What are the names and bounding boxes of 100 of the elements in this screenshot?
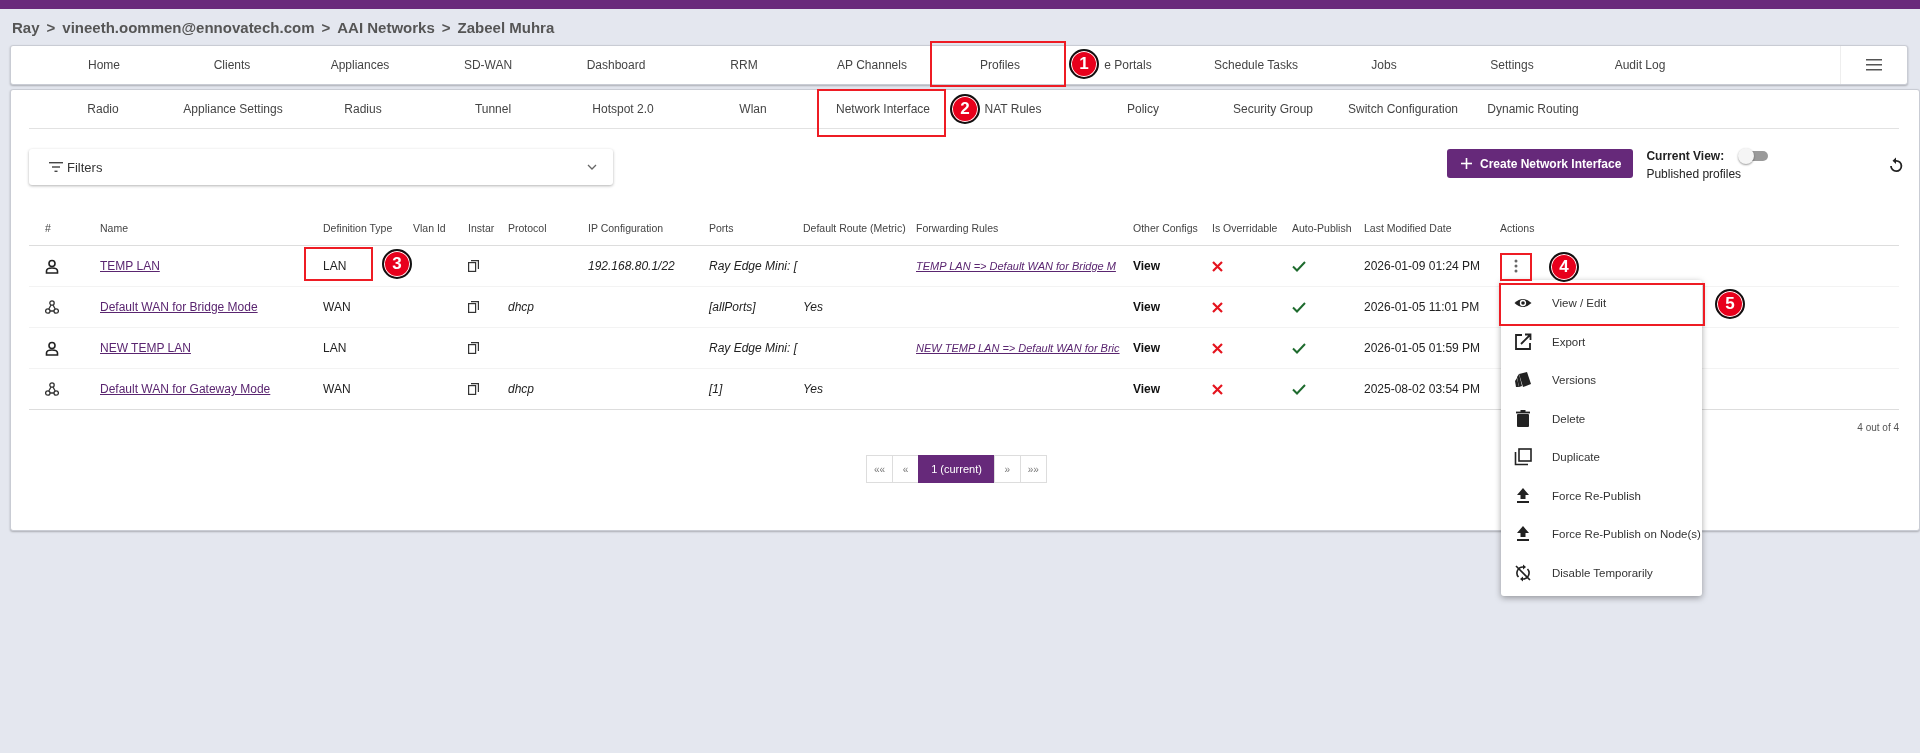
table-cell: WAN [323, 382, 351, 396]
nav-tab[interactable]: Profiles [980, 58, 1020, 72]
breadcrumb-link[interactable]: Ray [12, 18, 40, 36]
forwarding-rule-link[interactable]: NEW TEMP LAN => Default WAN for Bric [916, 342, 1120, 354]
nav-tab[interactable]: Dashboard [586, 58, 646, 72]
menu-item[interactable]: Duplicate [1501, 438, 1702, 477]
nav-tab[interactable]: Clients [213, 58, 251, 72]
breadcrumb-link[interactable]: Zabeel Muhra [457, 18, 555, 36]
sub-tab[interactable]: Appliance Settings [183, 102, 283, 116]
profile-name-link[interactable]: Default WAN for Gateway Mode [100, 382, 271, 396]
profile-name-link[interactable]: TEMP LAN [100, 259, 160, 273]
table-cell: Yes [803, 382, 823, 396]
menu-item[interactable]: Force Re-Publish [1501, 476, 1702, 515]
breadcrumb-separator: > [46, 18, 56, 36]
copy-icon[interactable] [468, 383, 479, 395]
page-button[interactable]: 1 (current) [918, 455, 995, 483]
breadcrumb-link[interactable]: vineeth.oommen@ennovatech.com [62, 18, 315, 36]
view-link[interactable]: View [1133, 341, 1161, 355]
profile-name-link[interactable]: NEW TEMP LAN [100, 341, 191, 355]
column-header: Default Route (Metric) [803, 222, 907, 234]
forwarding-rule-link[interactable]: TEMP LAN => Default WAN for Bridge M [916, 260, 1116, 272]
cards-icon [1514, 371, 1532, 390]
sub-tab[interactable]: NAT Rules [984, 102, 1042, 116]
nav-tab[interactable]: SD-WAN [463, 58, 513, 72]
view-link[interactable]: View [1133, 259, 1161, 273]
external-link-icon [1514, 332, 1532, 351]
sub-tab[interactable]: Radius [344, 102, 382, 116]
more-vertical-icon[interactable] [1514, 259, 1518, 273]
nav-tab[interactable]: RRM [730, 58, 758, 72]
column-header: Name [100, 222, 129, 234]
step-number-badge: 5 [1715, 289, 1745, 320]
column-header: # [44, 222, 52, 234]
column-header: Is Overridable [1212, 222, 1279, 234]
refresh-icon[interactable] [1889, 157, 1903, 173]
breadcrumb-link[interactable]: AAI Networks [337, 18, 435, 36]
filters-label: Filters [67, 159, 103, 175]
sub-tab[interactable]: Policy [1127, 102, 1159, 116]
table-cell: Ray Edge Mini: [ [709, 259, 798, 273]
nav-tab[interactable]: Appliances [330, 58, 390, 72]
table-cell: WAN [323, 300, 351, 314]
plus-icon [1461, 158, 1472, 169]
sub-tab[interactable]: Network Interface [835, 102, 930, 116]
column-header: Auto-Publish [1292, 222, 1353, 234]
table-cell: 2025-08-02 03:54 PM [1364, 382, 1481, 396]
column-header: Protocol [508, 222, 548, 234]
nav-tab[interactable]: Audit Log [1614, 58, 1666, 72]
sub-tab[interactable]: Dynamic Routing [1487, 102, 1579, 116]
breadcrumb-separator: > [441, 18, 451, 36]
sub-tab[interactable]: Tunnel [474, 102, 512, 116]
view-link[interactable]: View [1133, 300, 1161, 314]
record-count: 4 out of 4 [1857, 422, 1899, 433]
nav-tab[interactable]: Jobs [1371, 58, 1397, 72]
page-button[interactable]: «« [866, 455, 894, 483]
sub-tab[interactable]: Switch Configuration [1347, 102, 1459, 116]
menu-item[interactable]: View / Edit [1501, 284, 1702, 323]
filters-panel[interactable]: Filters [29, 149, 613, 185]
annotation-box [304, 247, 373, 281]
page-button[interactable]: »» [1019, 455, 1047, 483]
person-icon [45, 340, 59, 356]
copy-icon[interactable] [468, 301, 479, 313]
sub-tab[interactable]: Wlan [739, 102, 767, 116]
menu-item[interactable]: Export [1501, 322, 1702, 361]
step-number-badge: 3 [382, 249, 412, 279]
column-header: IP Configuration [588, 222, 665, 234]
nav-tab[interactable]: AP Channels [837, 58, 907, 72]
sub-tab[interactable]: Radio [87, 102, 119, 116]
profile-name-link[interactable]: Default WAN for Bridge Mode [100, 300, 258, 314]
view-link[interactable]: View [1133, 382, 1161, 396]
column-header: Definition Type [323, 222, 394, 234]
view-toggle[interactable] [1740, 151, 1769, 161]
table-cell: LAN [323, 259, 347, 273]
create-network-interface-button[interactable]: Create Network Interface [1447, 149, 1634, 178]
menu-item[interactable]: Force Re-Publish on Node(s) [1501, 515, 1702, 554]
step-number-badge: 4 [1549, 252, 1579, 282]
nav-tab[interactable]: Settings [1490, 58, 1534, 72]
breadcrumb-separator: > [321, 18, 331, 36]
page-button[interactable]: « [892, 455, 920, 483]
table-cell: [allPorts] [709, 300, 756, 314]
copy-icon[interactable] [468, 342, 479, 354]
nav-tab[interactable]: Schedule Tasks [1214, 58, 1298, 72]
current-view-label: Current View: [1646, 149, 1725, 163]
filter-icon [49, 162, 63, 172]
column-header: Ports [709, 222, 735, 234]
network-nodes-icon [45, 381, 59, 397]
menu-item[interactable]: Disable Temporarily [1501, 553, 1702, 592]
menu-item[interactable]: Versions [1501, 361, 1702, 400]
sub-tab[interactable]: Hotspot 2.0 [592, 102, 654, 116]
table-cell: LAN [323, 341, 347, 355]
nav-tab[interactable]: e Portals [1104, 58, 1152, 72]
menu-item[interactable]: Delete [1501, 399, 1702, 438]
copy-icon[interactable] [468, 260, 479, 272]
table-cell: [1] [709, 382, 723, 396]
column-header: Vlan Id [413, 222, 447, 234]
column-header: Other Configs [1133, 222, 1199, 234]
page-button[interactable]: » [993, 455, 1021, 483]
nav-tab[interactable]: Home [88, 58, 120, 72]
sub-tab[interactable]: Security Group [1232, 102, 1313, 116]
column-header: Last Modified Date [1364, 222, 1453, 234]
column-header: Instar [468, 222, 496, 234]
table-cell: 2026-01-05 01:59 PM [1364, 341, 1481, 355]
